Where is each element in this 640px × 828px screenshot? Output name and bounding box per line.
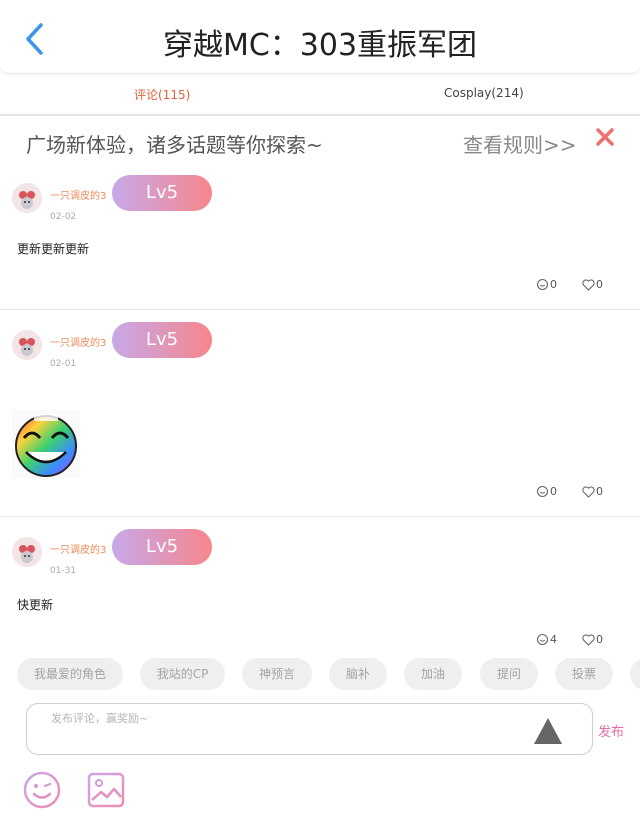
topic-tag[interactable]: 投票	[555, 658, 613, 690]
publish-button[interactable]: 发布	[598, 721, 624, 740]
topic-tag[interactable]: 神预言	[242, 658, 312, 690]
topic-tag-bar: 我最爱的角色 我站的CP 神预言 脑补 加油 提问 投票	[0, 656, 640, 694]
avatar[interactable]	[12, 183, 42, 213]
comment-count[interactable]: 4	[536, 633, 557, 646]
comment-count-value: 4	[550, 633, 557, 646]
heart-icon	[582, 278, 595, 291]
topic-tag-partial[interactable]	[630, 658, 640, 690]
banner-close-icon[interactable]	[592, 124, 618, 150]
emoji-icon[interactable]	[22, 770, 62, 810]
tab-cosplay[interactable]: Cosplay(214)	[444, 86, 524, 100]
post-text: 更新更新更新	[17, 242, 90, 256]
topic-tag[interactable]: 提问	[480, 658, 538, 690]
like-count-value: 0	[596, 485, 603, 498]
comment-composer	[26, 703, 593, 755]
like-count-value: 0	[596, 633, 603, 646]
comment-count[interactable]: 0	[536, 485, 557, 498]
post-item: 一只调皮的3 02-02 Lv5 更新更新更新 0 0	[0, 166, 640, 310]
comment-input[interactable]	[51, 712, 531, 725]
like-count[interactable]: 0	[582, 485, 603, 498]
topic-banner: 广场新体验，诸多话题等你探索~ 查看规则>>	[0, 118, 640, 166]
topic-tag[interactable]: 加油	[404, 658, 462, 690]
tab-comments[interactable]: 评论(115)	[134, 86, 190, 103]
username[interactable]: 一只调皮的3	[50, 541, 106, 556]
like-count[interactable]: 0	[582, 278, 603, 291]
post-item: 一只调皮的3 02-01 Lv5 0 0	[0, 310, 640, 517]
level-badge: Lv5	[112, 175, 212, 211]
heart-icon	[582, 633, 595, 646]
view-rules-link[interactable]: 查看规则>>	[463, 129, 577, 158]
topic-tag[interactable]: 我最爱的角色	[17, 658, 123, 690]
tab-bar: 评论(115) Cosplay(214)	[0, 74, 640, 116]
like-count-value: 0	[596, 278, 603, 291]
image-icon[interactable]	[86, 770, 126, 810]
username[interactable]: 一只调皮的3	[50, 334, 106, 349]
send-triangle-icon[interactable]	[533, 716, 563, 746]
comment-count[interactable]: 0	[536, 278, 557, 291]
post-item: 一只调皮的3 01-31 Lv5 快更新 4 0	[0, 517, 640, 653]
heart-icon	[582, 485, 595, 498]
level-badge: Lv5	[112, 529, 212, 565]
comment-count-value: 0	[550, 278, 557, 291]
post-image[interactable]	[12, 410, 80, 478]
avatar[interactable]	[12, 537, 42, 567]
username[interactable]: 一只调皮的3	[50, 187, 106, 202]
comment-bubble-icon	[536, 485, 549, 498]
level-badge: Lv5	[112, 322, 212, 358]
app-header: 穿越MC：303重振军团	[0, 0, 640, 74]
banner-text: 广场新体验，诸多话题等你探索~	[26, 133, 323, 157]
post-date: 01-31	[50, 566, 77, 576]
comment-bubble-icon	[536, 278, 549, 291]
comment-bubble-icon	[536, 633, 549, 646]
post-date: 02-01	[50, 359, 77, 369]
page-title: 穿越MC：303重振军团	[162, 28, 478, 63]
like-count[interactable]: 0	[582, 633, 603, 646]
post-date: 02-02	[50, 212, 77, 222]
comment-count-value: 0	[550, 485, 557, 498]
topic-tag[interactable]: 脑补	[329, 658, 387, 690]
topic-tag[interactable]: 我站的CP	[140, 658, 225, 690]
avatar[interactable]	[12, 330, 42, 360]
post-text: 快更新	[17, 598, 54, 612]
